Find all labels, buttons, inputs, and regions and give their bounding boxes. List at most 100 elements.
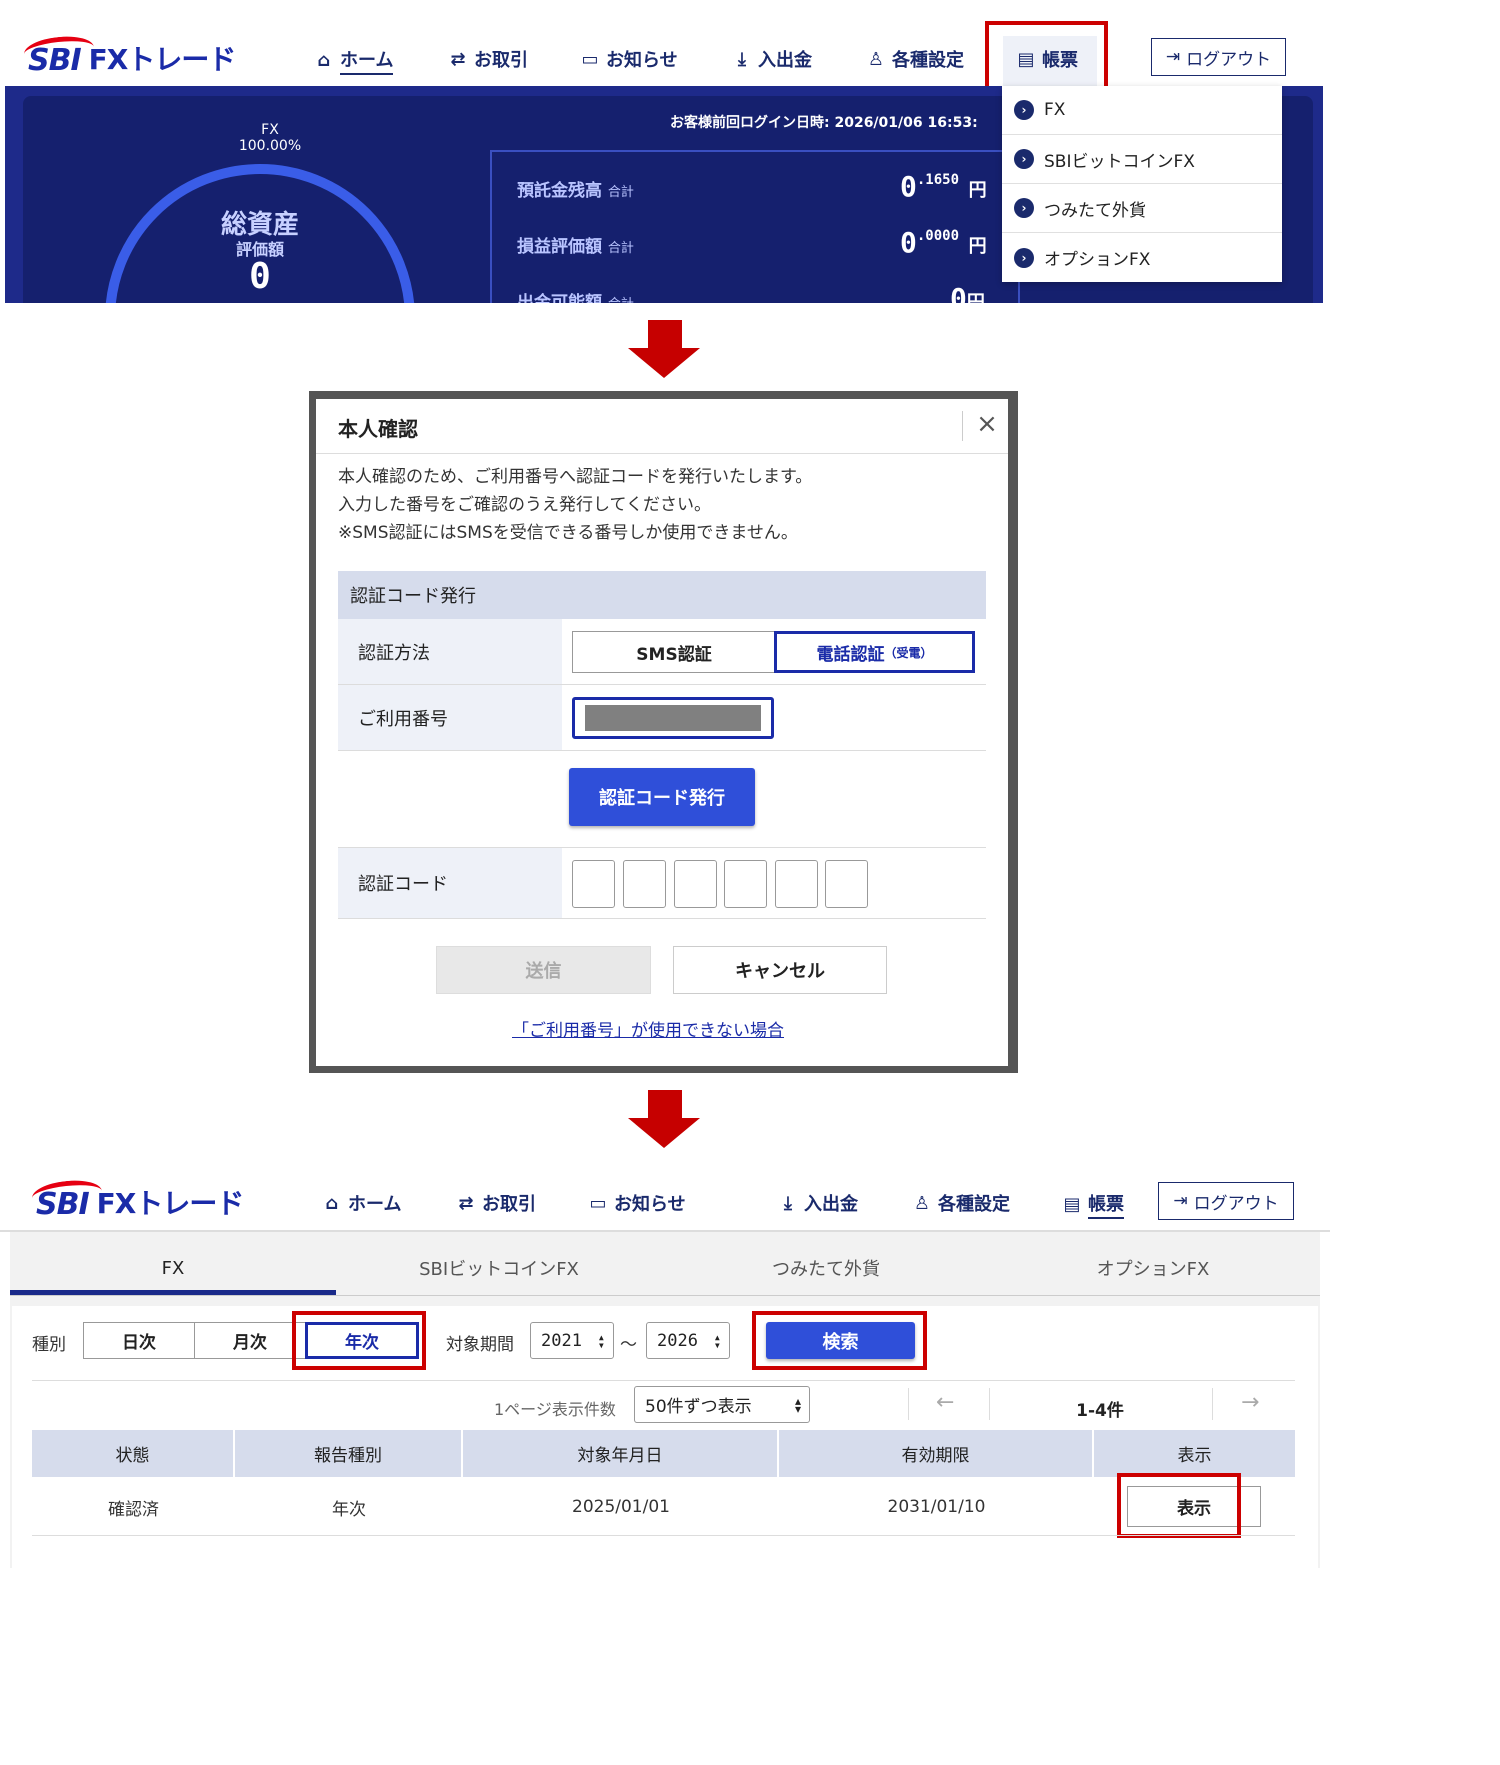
modal-description: 本人確認のため、ご利用番号へ認証コードを発行いたします。 入力した番号をご確認の… [338, 463, 988, 547]
logout-icon: ⇥ [1165, 47, 1181, 67]
chevron-right-icon: › [1014, 247, 1034, 268]
from-year-select[interactable]: 2021 ▴ ▾ [530, 1322, 614, 1359]
nav-settings[interactable]: ♙ 各種設定 [866, 46, 964, 72]
cell-expiry: 2031/01/10 [887, 1497, 986, 1517]
logo-fx: FXトレード [88, 43, 237, 76]
pager-divider [1212, 1388, 1213, 1420]
nav-deposit-label: 入出金 [804, 1194, 858, 1215]
prev-page-icon[interactable]: ← [936, 1390, 954, 1415]
modal-title: 本人確認 [338, 417, 418, 441]
tab-fx[interactable]: FX [10, 1246, 336, 1290]
home-icon: ⌂ [325, 1192, 339, 1214]
code-digit-4[interactable] [724, 860, 767, 908]
download-icon: ⤓ [738, 48, 746, 70]
column-expiry: 有効期限 [779, 1430, 1094, 1477]
to-year-select[interactable]: 2026 ▴ ▾ [646, 1322, 730, 1359]
number-label: ご利用番号 [338, 685, 562, 751]
nav-reports-2[interactable]: ▤ 帳票 [1062, 1190, 1124, 1219]
code-digit-5[interactable] [775, 860, 818, 908]
per-page-select[interactable]: 50件ずつ表示 ▴ ▾ [634, 1386, 810, 1423]
nav-home-2[interactable]: ⌂ ホーム [322, 1190, 402, 1216]
pl-label: 損益評価額 合計 [517, 232, 634, 257]
tab-option-fx[interactable]: オプションFX [990, 1246, 1316, 1290]
type-daily[interactable]: 日次 [83, 1322, 195, 1359]
code-digit-1[interactable] [572, 860, 615, 908]
code-digit-6[interactable] [825, 860, 868, 908]
pl-unit: 円 [968, 236, 987, 257]
logout-button-2[interactable]: ⇥ ログアウト [1158, 1182, 1294, 1220]
brand-logo[interactable]: SBI FXトレード [28, 38, 237, 78]
dropdown-item-label: つみたて外貨 [1044, 200, 1146, 221]
highlight-yearly [292, 1311, 426, 1370]
nav-deposit-2[interactable]: ⤓ 入出金 [778, 1190, 858, 1216]
updown-icon: ▴ ▾ [713, 1329, 721, 1352]
exchange-icon: ⇄ [450, 48, 466, 70]
code-digit-3[interactable] [674, 860, 717, 908]
updown-icon: ▴ ▾ [597, 1329, 605, 1352]
nav-home-label: ホーム [348, 1194, 402, 1215]
dropdown-item-tsumitate[interactable]: › つみたて外貨 [1002, 184, 1282, 233]
user-icon: ♙ [867, 48, 885, 70]
column-status: 状態 [32, 1430, 235, 1477]
issue-code-button[interactable]: 認証コード発行 [569, 768, 755, 826]
pl-int: 0 [900, 226, 917, 259]
sms-auth-option[interactable]: SMS認証 [572, 631, 776, 673]
deposit-balance-value: 0.1650 円 [900, 170, 987, 203]
modal-text-line-3: ※SMS認証にはSMSを受信できる番号しか使用できません。 [338, 523, 798, 543]
tab-tsumitate[interactable]: つみたて外貨 [662, 1246, 990, 1290]
document-icon: ▤ [1063, 1194, 1081, 1215]
modal-text-line-1: 本人確認のため、ご利用番号へ認証コードを発行いたします。 [338, 467, 813, 487]
dropdown-item-option-fx[interactable]: › オプションFX [1002, 233, 1282, 282]
exchange-icon: ⇄ [458, 1192, 474, 1214]
nav-settings-2[interactable]: ♙ 各種設定 [912, 1190, 1010, 1216]
nav-news[interactable]: ▭ お知らせ [580, 46, 678, 72]
nav-trade[interactable]: ⇄ お取引 [448, 46, 528, 72]
phone-auth-option[interactable]: 電話認証 （受電） [774, 631, 975, 673]
per-page-value: 50件ずつ表示 [645, 1397, 752, 1417]
type-label: 種別 [32, 1335, 66, 1355]
nav-trade-2[interactable]: ⇄ お取引 [456, 1190, 536, 1216]
nav-news-2[interactable]: ▭ お知らせ [588, 1190, 686, 1216]
row-divider [338, 750, 986, 751]
dropdown-item-fx[interactable]: › FX [1002, 86, 1282, 135]
step-arrow-2 [648, 1090, 682, 1118]
nav-home-label: ホーム [340, 46, 394, 75]
nav-trade-label: お取引 [474, 50, 528, 71]
message-icon: ▭ [581, 48, 599, 70]
period-label: 対象期間 [446, 1335, 514, 1355]
redacted-number [585, 705, 761, 731]
nav-news-label: お知らせ [614, 1194, 686, 1215]
code-digit-2[interactable] [623, 860, 666, 908]
deposit-balance-text: 預託金残高 [517, 181, 602, 201]
close-icon[interactable]: × [972, 409, 1002, 441]
dropdown-item-bitcoin-fx[interactable]: › SBIビットコインFX [1002, 135, 1282, 184]
logo-sbi: SBI [36, 1187, 90, 1222]
tabs-divider [10, 1295, 1320, 1296]
nav-deposit-label: 入出金 [758, 50, 812, 71]
nav-deposit[interactable]: ⤓ 入出金 [732, 46, 812, 72]
nav-home[interactable]: ⌂ ホーム [314, 46, 394, 75]
number-field[interactable] [572, 697, 774, 739]
fx-percent: 100.00% [238, 138, 302, 154]
cell-status: 確認済 [108, 1499, 159, 1520]
tab-bitcoin-fx[interactable]: SBIビットコインFX [336, 1246, 662, 1290]
modal-header-divider [316, 453, 1008, 454]
number-unavailable-link[interactable]: 「ご利用番号」が使用できない場合 [512, 1016, 784, 1041]
logout-button[interactable]: ⇥ ログアウト [1151, 38, 1286, 76]
withdrawable-label: 出金可能額 合計 [517, 288, 634, 303]
type-monthly[interactable]: 月次 [194, 1322, 306, 1359]
highlight-view [1117, 1473, 1241, 1538]
method-label: 認証方法 [338, 619, 562, 685]
period-separator: ～ [620, 1335, 637, 1355]
highlight-search [752, 1311, 927, 1370]
withdrawable-text: 出金可能額 [517, 293, 602, 303]
cancel-button[interactable]: キャンセル [673, 946, 887, 994]
withdrawable-value: 0円 [950, 282, 985, 303]
brand-logo-2[interactable]: SBI FXトレード [36, 1182, 244, 1222]
download-icon: ⤓ [784, 1192, 792, 1214]
next-page-icon[interactable]: → [1241, 1390, 1259, 1415]
nav-news-label: お知らせ [606, 50, 678, 71]
to-year-value: 2026 [657, 1330, 698, 1351]
submit-button[interactable]: 送信 [436, 946, 651, 994]
logout-label: ログアウト [1186, 49, 1272, 70]
